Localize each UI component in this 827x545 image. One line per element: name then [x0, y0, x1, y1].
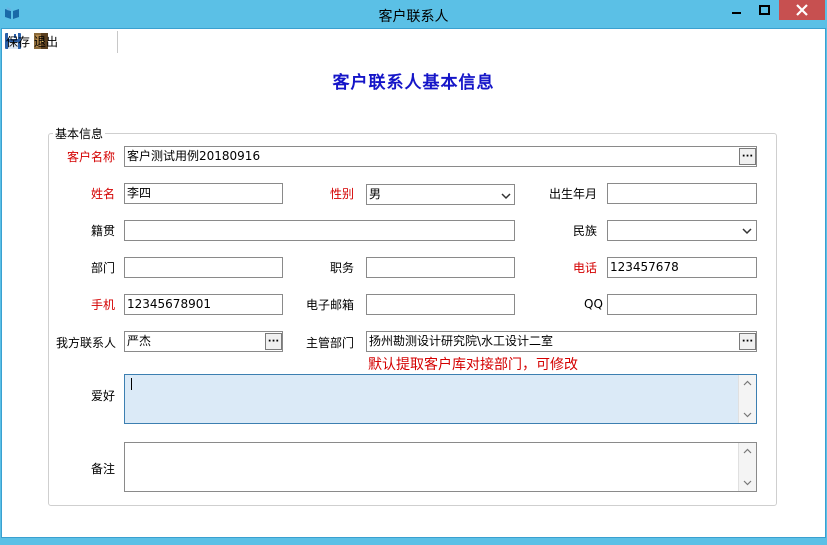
ethnicity-select[interactable]: [607, 220, 757, 241]
gender-chevron-down-icon: [501, 193, 511, 200]
basic-info-legend: 基本信息: [53, 125, 106, 142]
mobile-field[interactable]: 12345678901: [124, 294, 283, 315]
toolbar-separator: [117, 31, 118, 53]
name-label: 姓名: [91, 187, 116, 201]
close-button[interactable]: [779, 0, 825, 20]
birth-field[interactable]: [607, 183, 757, 204]
qq-label: QQ: [584, 297, 603, 311]
mobile-value: 12345678901: [127, 297, 211, 311]
gender-select[interactable]: 男: [366, 184, 515, 205]
app-window: 客户联系人 保存 退出 客户联系人基本信息 基本信息 客户名称 客户测试用例20…: [0, 0, 827, 545]
scroll-up-button[interactable]: [739, 443, 756, 459]
ethnicity-label: 民族: [573, 224, 598, 238]
scroll-down-button[interactable]: [739, 475, 756, 491]
close-icon: [796, 4, 808, 16]
exit-label: 退出: [34, 34, 59, 49]
save-button[interactable]: 保存: [2, 30, 30, 52]
name-value: 李四: [127, 186, 152, 200]
remark-scrollbar[interactable]: [738, 443, 756, 491]
manager-dept-value: 扬州勘测设计研究院\水工设计二室: [369, 334, 554, 348]
manager-dept-label: 主管部门: [306, 336, 355, 350]
toolbar: 保存 退出: [2, 30, 58, 52]
chevron-down-icon: [743, 480, 752, 486]
exit-button[interactable]: 退出: [30, 30, 58, 52]
position-label: 职务: [330, 261, 355, 275]
our-contact-field[interactable]: 严杰: [124, 331, 283, 352]
maximize-icon: [759, 5, 770, 15]
phone-field[interactable]: 123457678: [607, 257, 757, 278]
manager-dept-hint: 默认提取客户库对接部门，可修改: [368, 357, 578, 373]
remark-textarea[interactable]: [124, 442, 757, 492]
phone-value: 123457678: [610, 260, 679, 274]
hobby-label: 爱好: [91, 389, 116, 403]
save-label: 保存: [6, 34, 31, 49]
hobby-scrollbar[interactable]: [738, 375, 756, 423]
page-heading: 客户联系人基本信息: [332, 73, 495, 93]
scroll-up-button[interactable]: [739, 375, 756, 391]
name-field[interactable]: 李四: [124, 183, 283, 204]
gender-value: 男: [369, 187, 382, 201]
remark-label: 备注: [91, 462, 116, 476]
our-contact-browse-button[interactable]: ···: [265, 333, 282, 350]
minimize-icon: [731, 12, 741, 14]
maximize-button[interactable]: [751, 0, 778, 20]
email-field[interactable]: [366, 294, 515, 315]
scroll-down-button[interactable]: [739, 407, 756, 423]
mobile-label: 手机: [91, 298, 116, 312]
department-label: 部门: [91, 261, 116, 275]
department-field[interactable]: [124, 257, 283, 278]
customer-name-browse-button[interactable]: ···: [739, 148, 756, 165]
native-place-label: 籍贯: [91, 224, 116, 238]
phone-label: 电话: [573, 261, 598, 275]
window-bottom-border: [0, 538, 827, 545]
window-title: 客户联系人: [378, 9, 449, 25]
customer-name-value: 客户测试用例20180916: [127, 149, 261, 163]
birth-label: 出生年月: [549, 187, 598, 201]
ethnicity-chevron-down-icon: [742, 228, 752, 235]
minimize-button[interactable]: [723, 0, 750, 20]
our-contact-value: 严杰: [127, 334, 152, 348]
email-label: 电子邮箱: [306, 298, 355, 312]
native-place-field[interactable]: [124, 220, 515, 241]
customer-name-field[interactable]: 客户测试用例20180916: [124, 146, 757, 167]
manager-dept-browse-button[interactable]: ···: [739, 333, 756, 350]
position-field[interactable]: [366, 257, 515, 278]
hobby-textarea[interactable]: [124, 374, 757, 424]
chevron-up-icon: [743, 448, 752, 454]
title-bar: 客户联系人: [0, 0, 827, 28]
chevron-up-icon: [743, 380, 752, 386]
chevron-down-icon: [743, 412, 752, 418]
customer-name-label: 客户名称: [67, 150, 116, 164]
gender-label: 性别: [330, 187, 355, 201]
qq-field[interactable]: [607, 294, 757, 315]
manager-dept-field[interactable]: 扬州勘测设计研究院\水工设计二室: [366, 331, 757, 352]
our-contact-label: 我方联系人: [56, 336, 117, 350]
text-caret: [131, 378, 132, 390]
